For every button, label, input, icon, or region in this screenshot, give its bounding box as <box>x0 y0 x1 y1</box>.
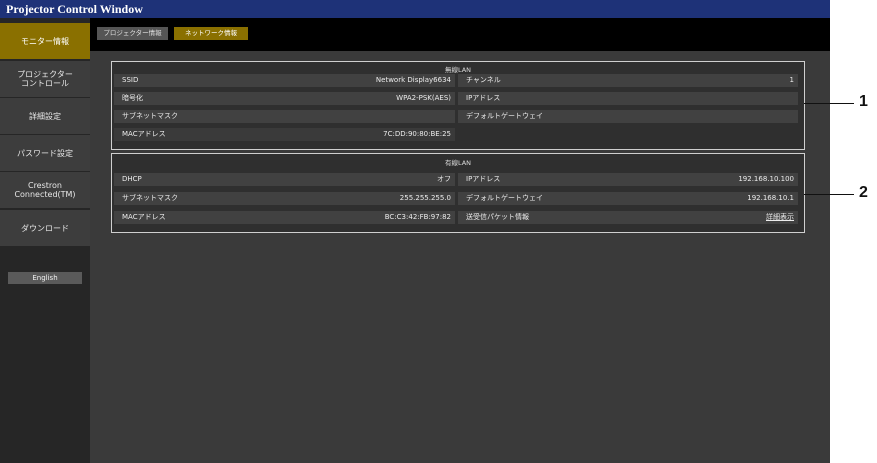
callout-number-2: 2 <box>859 184 868 201</box>
callout-line-2 <box>804 194 854 195</box>
mac-address-value: 7C:DD:90:80:BE:25 <box>383 130 451 138</box>
label-line-2: Connected(TM) <box>14 190 76 199</box>
subnet-mask-value: 255.255.255.0 <box>399 194 451 202</box>
mac-address-label: MACアドレス <box>122 213 166 221</box>
wireless-lan-panel: 無線LAN SSID Network Display6634 チャンネル 1 暗… <box>111 61 805 150</box>
encryption-value: WPA2-PSK(AES) <box>396 94 451 102</box>
label-line-2: コントロール <box>21 79 69 88</box>
tab-projector-info[interactable]: プロジェクター情報 <box>97 27 168 40</box>
sidebar-item-crestron[interactable]: Crestron Connected(TM) <box>0 172 90 208</box>
table-row: サブネットマスク <box>114 110 455 123</box>
channel-label: チャンネル <box>466 76 501 84</box>
table-row: デフォルトゲートウェイ <box>458 110 798 123</box>
channel-value: 1 <box>789 76 794 84</box>
sidebar-item-label: プロジェクター コントロール <box>17 70 73 88</box>
table-row: MACアドレス 7C:DD:90:80:BE:25 <box>114 128 455 141</box>
sidebar-item-label: パスワード設定 <box>17 148 73 158</box>
packet-info-label: 送受信パケット情報 <box>466 213 529 221</box>
callout-number-1: 1 <box>859 93 868 110</box>
details-link[interactable]: 詳細表示 <box>766 211 794 224</box>
sidebar-item-projector-control[interactable]: プロジェクター コントロール <box>0 61 90 97</box>
english-button[interactable]: English <box>8 272 82 284</box>
mac-address-label: MACアドレス <box>122 130 166 138</box>
ip-address-label: IPアドレス <box>466 175 501 183</box>
mac-address-value: BC:C3:42:FB:97:82 <box>384 213 451 221</box>
default-gateway-label: デフォルトゲートウェイ <box>466 112 543 120</box>
sidebar-item-label: モニター情報 <box>21 36 69 46</box>
tab-bar: プロジェクター情報 ネットワーク情報 <box>90 18 830 51</box>
table-row: チャンネル 1 <box>458 74 798 87</box>
subnet-mask-label: サブネットマスク <box>122 194 178 202</box>
default-gateway-value: 192.168.10.1 <box>747 194 794 202</box>
encryption-label: 暗号化 <box>122 94 143 102</box>
ssid-label: SSID <box>122 76 139 84</box>
table-row: MACアドレス BC:C3:42:FB:97:82 <box>114 211 455 224</box>
ssid-value: Network Display6634 <box>375 76 451 84</box>
sidebar-item-label: 詳細設定 <box>29 111 61 121</box>
sidebar-item-label: Crestron Connected(TM) <box>14 181 75 199</box>
projector-control-window: Projector Control Window モニター情報 プロジェクター … <box>0 0 830 463</box>
dhcp-label: DHCP <box>122 175 142 183</box>
table-row: デフォルトゲートウェイ 192.168.10.1 <box>458 192 798 205</box>
table-row: DHCP オフ <box>114 173 455 186</box>
callout-line-1 <box>804 103 854 104</box>
ip-address-value: 192.168.10.100 <box>738 175 794 183</box>
sidebar-item-label: ダウンロード <box>21 223 69 233</box>
tab-network-info[interactable]: ネットワーク情報 <box>174 27 248 40</box>
ip-address-label: IPアドレス <box>466 94 501 102</box>
sidebar-item-detailed-settings[interactable]: 詳細設定 <box>0 98 90 134</box>
label-line-1: Crestron <box>27 181 62 190</box>
subnet-mask-label: サブネットマスク <box>122 112 178 120</box>
table-row: SSID Network Display6634 <box>114 74 455 87</box>
table-row: 送受信パケット情報 詳細表示 <box>458 211 798 224</box>
table-row: IPアドレス <box>458 92 798 105</box>
window-title: Projector Control Window <box>0 0 830 18</box>
sidebar-item-monitor-info[interactable]: モニター情報 <box>0 23 90 59</box>
default-gateway-label: デフォルトゲートウェイ <box>466 194 543 202</box>
table-row: 暗号化 WPA2-PSK(AES) <box>114 92 455 105</box>
sidebar-item-password-settings[interactable]: パスワード設定 <box>0 135 90 171</box>
sidebar: モニター情報 プロジェクター コントロール 詳細設定 パスワード設定 Crest… <box>0 18 90 463</box>
label-line-1: プロジェクター <box>17 70 73 79</box>
table-row: サブネットマスク 255.255.255.0 <box>114 192 455 205</box>
wired-lan-panel: 有線LAN DHCP オフ IPアドレス 192.168.10.100 サブネッ… <box>111 153 805 233</box>
dhcp-value: オフ <box>437 175 451 183</box>
sidebar-item-download[interactable]: ダウンロード <box>0 210 90 246</box>
panel-title: 有線LAN <box>444 159 472 167</box>
table-row: IPアドレス 192.168.10.100 <box>458 173 798 186</box>
panel-title: 無線LAN <box>444 66 472 74</box>
